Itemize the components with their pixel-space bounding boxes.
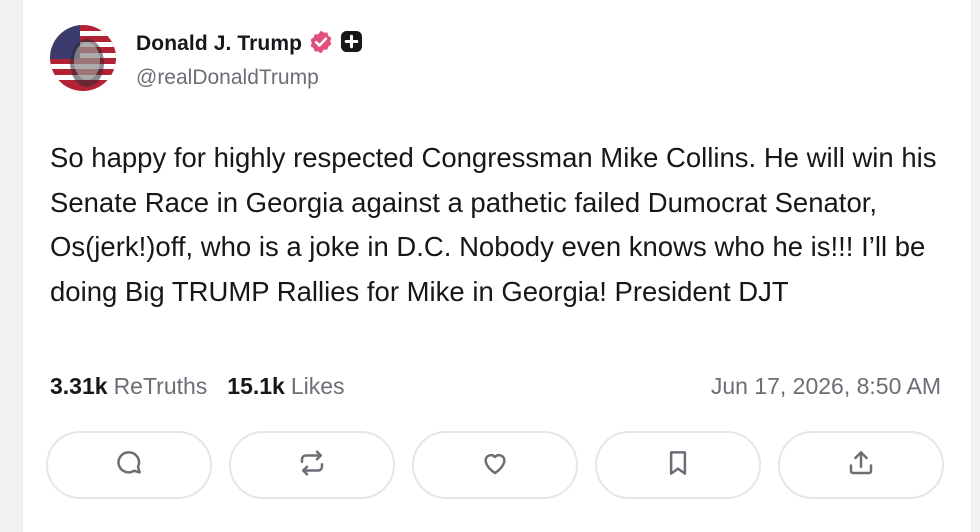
- post-card: Donald J. Trump @realDonaldTrump So happ…: [22, 0, 972, 532]
- retruths-stat[interactable]: 3.31k ReTruths: [50, 373, 207, 400]
- author-name[interactable]: Donald J. Trump: [136, 32, 302, 56]
- retruths-count: 3.31k: [50, 373, 108, 399]
- like-button[interactable]: [412, 431, 578, 499]
- share-icon: [846, 448, 876, 483]
- post-stats: 3.31k ReTruths 15.1k Likes: [50, 373, 345, 400]
- retruth-button[interactable]: [229, 431, 395, 499]
- repost-icon: [297, 448, 327, 483]
- avatar[interactable]: [50, 25, 116, 91]
- author-row: Donald J. Trump: [136, 30, 363, 58]
- comment-icon: [114, 448, 144, 483]
- post-text: So happy for highly respected Congressma…: [50, 142, 937, 307]
- heart-icon: [480, 448, 510, 483]
- bookmark-button[interactable]: [595, 431, 761, 499]
- reply-button[interactable]: [46, 431, 212, 499]
- post-timestamp[interactable]: Jun 17, 2026, 8:50 AM: [711, 373, 941, 400]
- bookmark-icon: [663, 448, 693, 483]
- author-handle[interactable]: @realDonaldTrump: [136, 66, 319, 90]
- likes-count: 15.1k: [227, 373, 285, 399]
- plus-icon: [334, 30, 363, 58]
- likes-stat[interactable]: 15.1k Likes: [227, 373, 344, 400]
- verified-badge-icon: [302, 29, 334, 60]
- action-bar: [46, 431, 961, 499]
- share-button[interactable]: [778, 431, 944, 499]
- likes-label: Likes: [290, 373, 345, 399]
- retruths-label: ReTruths: [113, 373, 208, 399]
